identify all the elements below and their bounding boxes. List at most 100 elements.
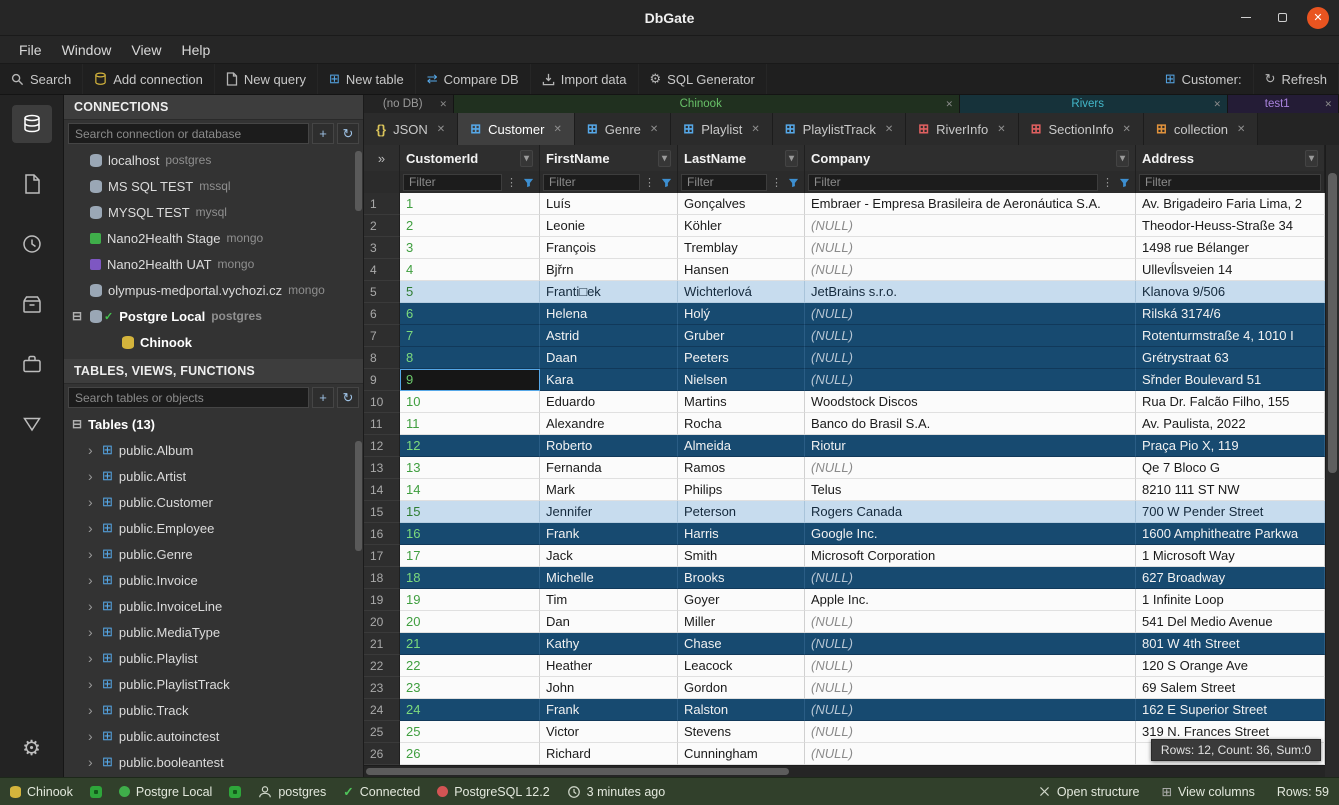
cell-lastname[interactable]: Gruber [678,325,805,347]
row-number[interactable]: 19 [364,589,400,611]
column-header[interactable]: Address ▾ [1136,145,1325,171]
cell-firstname[interactable]: Astrid [540,325,678,347]
table-row[interactable]: 7 7 Astrid Gruber (NULL) Rotenturmstraße… [364,325,1325,347]
cell-lastname[interactable]: Köhler [678,215,805,237]
dots-menu-icon[interactable]: ⋮ [1100,176,1115,189]
cell-firstname[interactable]: Heather [540,655,678,677]
chevron-down-icon[interactable]: ▾ [520,150,533,167]
cell-company[interactable]: Woodstock Discos [805,391,1136,413]
close-icon[interactable]: ✕ [1237,124,1245,135]
filter-input[interactable]: Filter [543,174,640,191]
close-icon[interactable]: ✕ [885,124,893,135]
chevron-down-icon[interactable]: ▾ [658,150,671,167]
close-icon[interactable]: ✕ [751,124,759,135]
cell-customerid[interactable]: 3 [400,237,540,259]
cell-address[interactable]: 1 Infinite Loop [1136,589,1325,611]
open-structure-button[interactable]: Open structure [1038,785,1140,799]
row-number[interactable]: 20 [364,611,400,633]
row-number[interactable]: 24 [364,699,400,721]
chevron-right-icon[interactable]: › [88,442,96,458]
cell-firstname[interactable]: Kara [540,369,678,391]
row-number[interactable]: 14 [364,479,400,501]
sql-generator-button[interactable]: ⚙ SQL Generator [639,64,767,94]
connection-item[interactable]: olympus-medportal.vychozi.cz mongo [64,277,363,303]
cell-customerid[interactable]: 20 [400,611,540,633]
cell-lastname[interactable]: Wichterlová [678,281,805,303]
database-tab[interactable]: Rivers ✕ [960,95,1228,113]
row-number[interactable]: 11 [364,413,400,435]
new-table-button[interactable]: ⊞ New table [318,64,416,94]
cell-address[interactable]: Rotenturmstraße 4, 1010 I [1136,325,1325,347]
search-button[interactable]: Search [0,64,83,94]
connection-item[interactable]: Chinook [64,329,363,355]
row-number[interactable]: 6 [364,303,400,325]
settings-gear-icon[interactable]: ⚙ [12,729,52,767]
cell-company[interactable]: (NULL) [805,655,1136,677]
table-row[interactable]: 2 2 Leonie Köhler (NULL) Theodor-Heuss-S… [364,215,1325,237]
row-number[interactable]: 2 [364,215,400,237]
table-item[interactable]: › ⊞ public.PlaylistTrack [64,671,363,697]
row-number[interactable]: 5 [364,281,400,303]
connection-item[interactable]: Nano2Health Stage mongo [64,225,363,251]
new-query-button[interactable]: New query [215,64,318,94]
cell-address[interactable]: Qe 7 Bloco G [1136,457,1325,479]
cell-company[interactable]: (NULL) [805,259,1136,281]
cell-address[interactable]: 801 W 4th Street [1136,633,1325,655]
tables-scrollbar[interactable] [355,441,362,551]
chevron-right-icon[interactable]: › [88,494,96,510]
cell-address[interactable]: Rilská 3174/6 [1136,303,1325,325]
cell-company[interactable]: Embraer - Empresa Brasileira de Aeronáut… [805,193,1136,215]
refresh-tables-button[interactable]: ↻ [337,387,359,408]
cell-firstname[interactable]: Luís [540,193,678,215]
cell-lastname[interactable]: Peterson [678,501,805,523]
file-tab[interactable]: ⊞ SectionInfo ✕ [1019,113,1144,145]
cell-firstname[interactable]: Michelle [540,567,678,589]
cell-company[interactable]: (NULL) [805,215,1136,237]
row-number[interactable]: 15 [364,501,400,523]
add-object-button[interactable]: + [312,387,334,408]
cell-company[interactable]: Apple Inc. [805,589,1136,611]
chevron-right-icon[interactable]: › [88,598,96,614]
import-data-button[interactable]: Import data [531,64,639,94]
cell-customerid[interactable]: 9 [400,369,540,391]
chevron-right-icon[interactable]: › [88,624,96,640]
cell-address[interactable]: Theodor-Heuss-Straße 34 [1136,215,1325,237]
add-connection-small-button[interactable]: + [312,123,334,144]
cell-customerid[interactable]: 18 [400,567,540,589]
table-row[interactable]: 22 22 Heather Leacock (NULL) 120 S Orang… [364,655,1325,677]
table-row[interactable]: 20 20 Dan Miller (NULL) 541 Del Medio Av… [364,611,1325,633]
cell-company[interactable]: Banco do Brasil S.A. [805,413,1136,435]
row-number[interactable]: 10 [364,391,400,413]
column-header[interactable]: Company ▾ [805,145,1136,171]
filter-input[interactable]: Filter [403,174,502,191]
vertical-scrollbar-thumb[interactable] [1328,173,1337,473]
status-database[interactable]: Chinook [10,785,73,799]
cell-firstname[interactable]: Frank [540,699,678,721]
sidebar-connections-icon[interactable] [12,105,52,143]
file-tab[interactable]: ⊞ collection ✕ [1144,113,1259,145]
sidebar-history-icon[interactable] [12,225,52,263]
chevron-right-icon[interactable]: › [88,676,96,692]
funnel-icon[interactable] [659,177,674,188]
cell-address[interactable]: Grétrystraat 63 [1136,347,1325,369]
file-tab[interactable]: ⊞ PlaylistTrack ✕ [773,113,907,145]
chevron-right-icon[interactable]: › [88,468,96,484]
add-connection-button[interactable]: Add connection [83,64,215,94]
compare-db-button[interactable]: ⇄ Compare DB [416,64,531,94]
menu-item[interactable]: View [122,39,170,61]
cell-firstname[interactable]: Kathy [540,633,678,655]
table-item[interactable]: › ⊞ public.Customer [64,489,363,515]
table-item[interactable]: › ⊞ public.Employee [64,515,363,541]
horizontal-scrollbar-thumb[interactable] [366,768,789,775]
filter-input[interactable]: Filter [1139,174,1321,191]
cell-firstname[interactable]: Leonie [540,215,678,237]
sidebar-archive-icon[interactable] [12,285,52,323]
sidebar-files-icon[interactable] [12,165,52,203]
table-row[interactable]: 6 6 Helena Holý (NULL) Rilská 3174/6 [364,303,1325,325]
cell-firstname[interactable]: Helena [540,303,678,325]
cell-lastname[interactable]: Peeters [678,347,805,369]
cell-lastname[interactable]: Leacock [678,655,805,677]
table-item[interactable]: › ⊞ public.Invoice [64,567,363,593]
table-item[interactable]: › ⊞ public.Playlist [64,645,363,671]
filter-input[interactable]: Filter [808,174,1098,191]
